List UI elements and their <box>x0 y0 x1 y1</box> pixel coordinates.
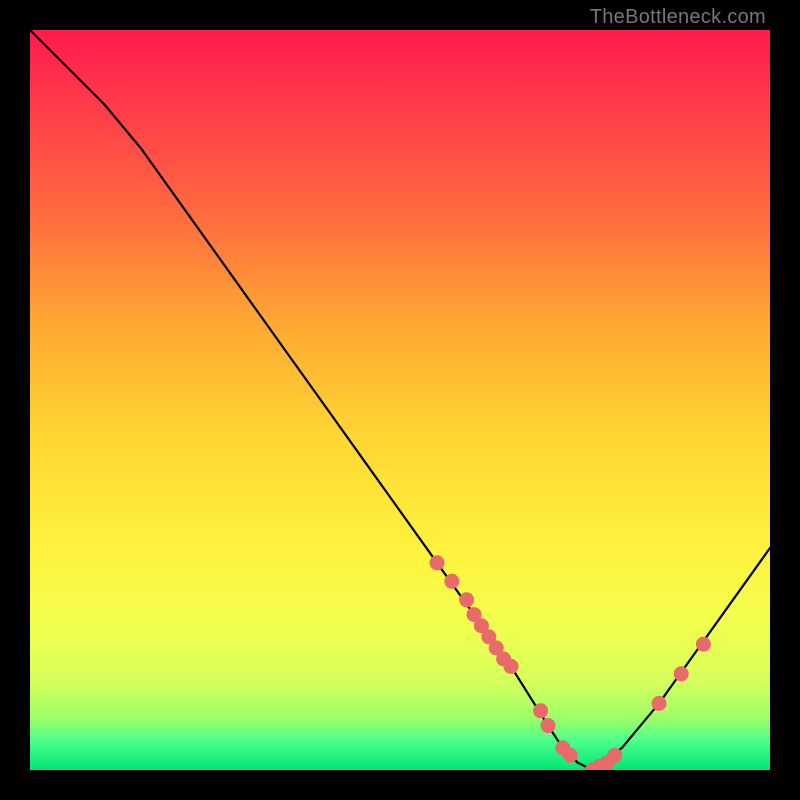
marker-dot <box>533 703 548 718</box>
marker-dot <box>652 696 667 711</box>
marker-dot <box>607 748 622 763</box>
marker-dot <box>459 592 474 607</box>
marker-group <box>430 555 711 770</box>
chart-area <box>30 30 770 770</box>
chart-svg <box>30 30 770 770</box>
watermark-text: TheBottleneck.com <box>590 6 766 29</box>
marker-dot <box>541 718 556 733</box>
marker-dot <box>696 637 711 652</box>
marker-dot <box>444 574 459 589</box>
bottleneck-curve <box>30 30 770 770</box>
marker-dot <box>504 659 519 674</box>
marker-dot <box>430 555 445 570</box>
marker-dot <box>674 666 689 681</box>
marker-dot <box>563 748 578 763</box>
